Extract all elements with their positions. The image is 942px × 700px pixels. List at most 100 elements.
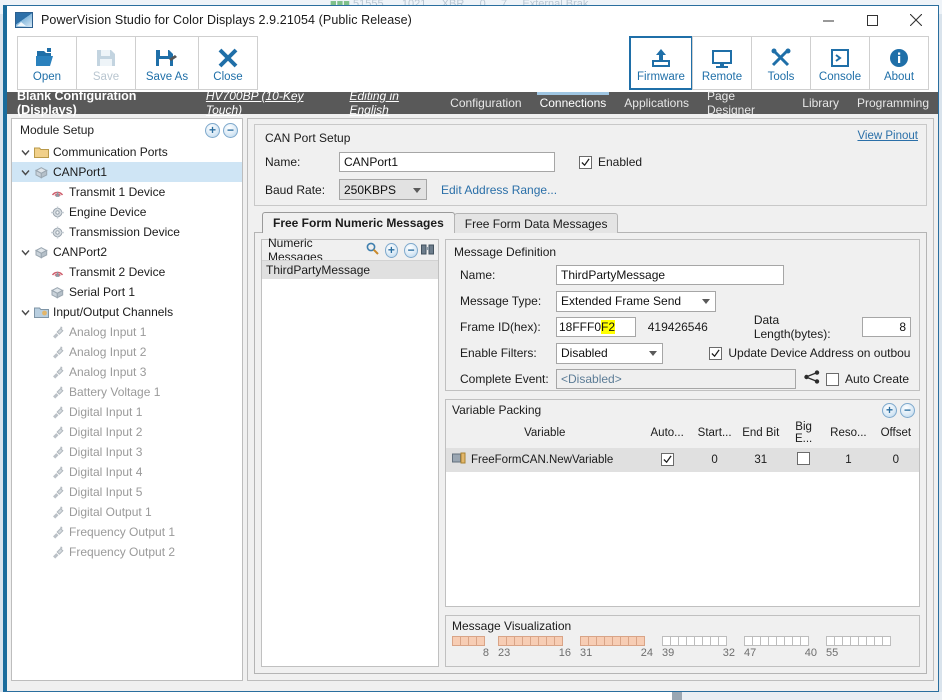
- bit-group-1[interactable]: 23 16: [498, 636, 571, 659]
- share-node-icon[interactable]: [804, 369, 820, 389]
- complete-event-input[interactable]: <Disabled>: [556, 369, 796, 389]
- cell-offset: 0: [892, 454, 900, 466]
- tree-item-digital-input-1[interactable]: Digital Input 1: [12, 402, 242, 422]
- bit-cell-filled[interactable]: [554, 636, 563, 646]
- save-as-button[interactable]: Save As: [135, 36, 199, 90]
- nav-tab-applications[interactable]: Applications: [615, 92, 698, 114]
- tree-item-digital-input-4[interactable]: Digital Input 4: [12, 462, 242, 482]
- nav-tab-page-designer[interactable]: Page Designer: [698, 89, 793, 117]
- scroll-thumb[interactable]: [672, 692, 682, 700]
- view-pinout-link[interactable]: View Pinout: [857, 130, 918, 142]
- nav-tab-connections[interactable]: Connections: [531, 92, 616, 114]
- open-button[interactable]: Open: [17, 36, 77, 90]
- variable-remove-button[interactable]: −: [900, 402, 915, 418]
- bit-cell-empty[interactable]: [800, 636, 809, 646]
- tree-item-digital-input-2[interactable]: Digital Input 2: [12, 422, 242, 442]
- firmware-button[interactable]: Firmware: [629, 36, 693, 90]
- tree-item-analog-input-1[interactable]: Analog Input 1: [12, 322, 242, 342]
- bit-cells: [452, 636, 489, 646]
- list-item[interactable]: ThirdPartyMessage: [262, 261, 438, 279]
- can-port-enabled-checkbox[interactable]: Enabled: [579, 155, 642, 169]
- frame-id-highlight: F2: [601, 320, 616, 334]
- tree-item-serial-port-1[interactable]: Serial Port 1: [12, 282, 242, 302]
- bit-cell-filled[interactable]: [636, 636, 645, 646]
- tab-free-form-numeric-messages[interactable]: Free Form Numeric Messages: [262, 212, 455, 233]
- column-header-end-bit[interactable]: End Bit: [738, 420, 783, 448]
- message-tabs: Free Form Numeric Messages Free Form Dat…: [254, 212, 927, 233]
- bit-group-2[interactable]: 31 24: [580, 636, 653, 659]
- remote-button[interactable]: Remote: [692, 36, 752, 90]
- bit-cell-filled[interactable]: [476, 636, 485, 646]
- chevron-down-icon[interactable]: [18, 168, 32, 177]
- column-header-resolution[interactable]: Reso...: [824, 420, 873, 448]
- tree-item-digital-input-3[interactable]: Digital Input 3: [12, 442, 242, 462]
- edit-address-range-link[interactable]: Edit Address Range...: [441, 183, 557, 197]
- message-type-select[interactable]: Extended Frame Send: [556, 290, 716, 312]
- tree-item-transmit-2-device[interactable]: Transmit 2 Device: [12, 262, 242, 282]
- nav-tab-programming[interactable]: Programming: [848, 92, 938, 114]
- tree-item-canport2[interactable]: CANPort2: [12, 242, 242, 262]
- editing-language-link[interactable]: Editing in English: [350, 89, 442, 117]
- tree-item-frequency-output-1[interactable]: Frequency Output 1: [12, 522, 242, 542]
- close-button[interactable]: Close: [198, 36, 258, 90]
- frame-id-input[interactable]: 18FFF0 F2: [556, 317, 636, 337]
- can-port-name-input[interactable]: CANPort1: [339, 152, 555, 172]
- column-header-auto[interactable]: Auto...: [643, 420, 690, 448]
- bit-cell-empty[interactable]: [718, 636, 727, 646]
- message-name-input[interactable]: ThirdPartyMessage: [556, 265, 784, 285]
- tree-item-analog-input-3[interactable]: Analog Input 3: [12, 362, 242, 382]
- tree-item-communication-ports[interactable]: Communication Ports: [12, 142, 242, 162]
- column-header-big-endian[interactable]: Big E...: [783, 420, 824, 448]
- device-model-link[interactable]: HV700BP (10-Key Touch): [206, 89, 343, 117]
- search-icon[interactable]: [366, 242, 379, 258]
- tree-item-label: Analog Input 1: [69, 325, 147, 339]
- big-endian-checkbox[interactable]: [797, 452, 811, 465]
- tree-item-transmission-device[interactable]: Transmission Device: [12, 222, 242, 242]
- console-button[interactable]: Console: [810, 36, 870, 90]
- auto-checkbox[interactable]: [660, 453, 674, 466]
- bit-group-3[interactable]: 39 32: [662, 636, 735, 659]
- column-header-start-bit[interactable]: Start...: [691, 420, 739, 448]
- tree-item-digital-output-1[interactable]: Digital Output 1: [12, 502, 242, 522]
- column-header-variable[interactable]: Variable: [446, 420, 643, 448]
- remove-message-button[interactable]: −: [404, 242, 418, 258]
- maximize-icon[interactable]: [850, 6, 894, 34]
- tools-button[interactable]: Tools: [751, 36, 811, 90]
- table-row[interactable]: FreeFormCAN.NewVariable 0 31 1 0: [446, 448, 919, 472]
- tree-add-button[interactable]: +: [205, 122, 220, 138]
- tree-item-analog-input-2[interactable]: Analog Input 2: [12, 342, 242, 362]
- chevron-down-icon[interactable]: [18, 248, 32, 257]
- auto-create-checkbox[interactable]: Auto Create: [826, 372, 909, 386]
- background-scrollbar[interactable]: [682, 692, 942, 700]
- tree-remove-button[interactable]: −: [223, 122, 238, 138]
- tree-item-transmit-1-device[interactable]: Transmit 1 Device: [12, 182, 242, 202]
- tree-item-battery-voltage-1[interactable]: Battery Voltage 1: [12, 382, 242, 402]
- data-length-input[interactable]: 8: [861, 317, 911, 337]
- nav-tab-library[interactable]: Library: [793, 92, 848, 114]
- baud-rate-select[interactable]: 250KBPS: [339, 179, 427, 200]
- bit-group-5[interactable]: 55: [826, 636, 899, 659]
- bit-group-4[interactable]: 47 40: [744, 636, 817, 659]
- tree-item-canport1[interactable]: CANPort1: [12, 162, 242, 182]
- chevron-down-icon[interactable]: [18, 148, 32, 157]
- variable-add-button[interactable]: +: [882, 402, 897, 418]
- column-header-offset[interactable]: Offset: [873, 420, 919, 448]
- tree-item-engine-device[interactable]: Engine Device: [12, 202, 242, 222]
- nav-tab-configuration[interactable]: Configuration: [441, 92, 530, 114]
- bit-group-0[interactable]: 8: [452, 636, 489, 659]
- chevron-down-icon[interactable]: [18, 308, 32, 317]
- tree-item-digital-input-5[interactable]: Digital Input 5: [12, 482, 242, 502]
- about-button[interactable]: About: [869, 36, 929, 90]
- enable-filters-select[interactable]: Disabled: [556, 342, 664, 364]
- close-icon[interactable]: [894, 6, 938, 34]
- plug-icon: [48, 545, 66, 559]
- tree-item-frequency-output-2[interactable]: Frequency Output 2: [12, 542, 242, 562]
- update-device-address-checkbox[interactable]: Update Device Address on outbound m: [709, 346, 911, 360]
- tree-item-input-output-channels[interactable]: Input/Output Channels: [12, 302, 242, 322]
- tab-free-form-data-messages[interactable]: Free Form Data Messages: [453, 213, 619, 233]
- bit-cell-empty[interactable]: [882, 636, 891, 646]
- minimize-icon[interactable]: [806, 6, 850, 34]
- add-message-button[interactable]: +: [384, 242, 399, 258]
- binoculars-icon[interactable]: [421, 242, 434, 258]
- save-button[interactable]: Save: [76, 36, 136, 90]
